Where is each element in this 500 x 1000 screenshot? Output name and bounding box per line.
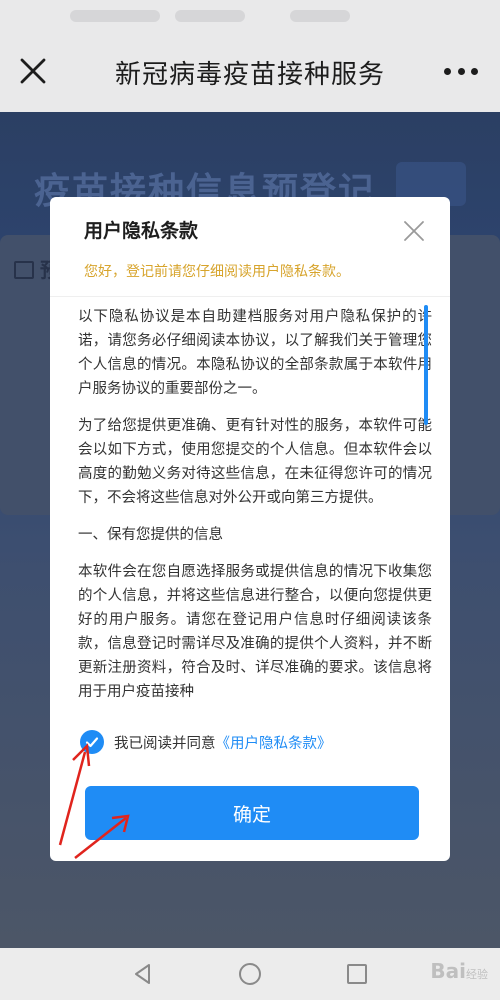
modal-hint: 您好，登记前请您仔细阅读用户隐私条款。 — [84, 264, 350, 280]
dot-icon — [457, 67, 465, 75]
terms-section-heading: 一、保有您提供的信息 — [78, 527, 223, 543]
back-icon[interactable] — [130, 961, 156, 987]
recents-icon[interactable] — [344, 961, 370, 987]
divider — [50, 296, 450, 297]
scrollbar[interactable] — [424, 305, 428, 425]
agree-text: 我已阅读并同意 — [114, 735, 216, 752]
top-nav-bar: 新冠病毒疫苗接种服务 — [0, 0, 500, 112]
confirm-button[interactable]: 确定 — [85, 786, 419, 840]
status-blur — [70, 10, 160, 22]
more-options-icon[interactable] — [444, 56, 478, 86]
page-title: 新冠病毒疫苗接种服务 — [114, 60, 385, 90]
checkmark-icon — [85, 737, 99, 748]
dot-icon — [444, 67, 451, 75]
watermark-brand: Bai — [430, 959, 466, 983]
card-icon — [14, 261, 34, 279]
close-icon[interactable] — [402, 219, 426, 243]
system-nav-bar: Bai经验 — [0, 948, 500, 1000]
terms-paragraph: 为了给您提供更准确、更有针对性的服务，本软件可能会以如下方式，使用您提交的个人信… — [78, 418, 432, 506]
status-blur — [175, 10, 245, 22]
watermark-sub: 经验 — [466, 968, 488, 981]
terms-scroll-area[interactable]: 以下隐私协议是本自助建档服务对用户隐私保护的许诺，请您务必仔细阅读本协议，以了解… — [78, 305, 432, 713]
watermark: Bai经验 — [430, 959, 488, 983]
home-icon[interactable] — [237, 961, 263, 987]
status-blur — [290, 10, 350, 22]
dot-icon — [471, 67, 478, 75]
terms-paragraph: 以下隐私协议是本自助建档服务对用户隐私保护的许诺，请您务必仔细阅读本协议，以了解… — [78, 309, 432, 397]
privacy-modal: 用户隐私条款 您好，登记前请您仔细阅读用户隐私条款。 以下隐私协议是本自助建档服… — [50, 197, 450, 861]
agree-row[interactable]: 我已阅读并同意 《用户隐私条款》 — [80, 727, 332, 757]
privacy-terms-link[interactable]: 《用户隐私条款》 — [216, 732, 332, 753]
agree-checkbox[interactable] — [80, 730, 104, 754]
modal-title: 用户隐私条款 — [84, 220, 199, 242]
status-bar — [0, 0, 500, 32]
terms-paragraph: 本软件会在您自愿选择服务或提供信息的情况下收集您的个人信息，并将这些信息进行整合… — [78, 564, 432, 700]
